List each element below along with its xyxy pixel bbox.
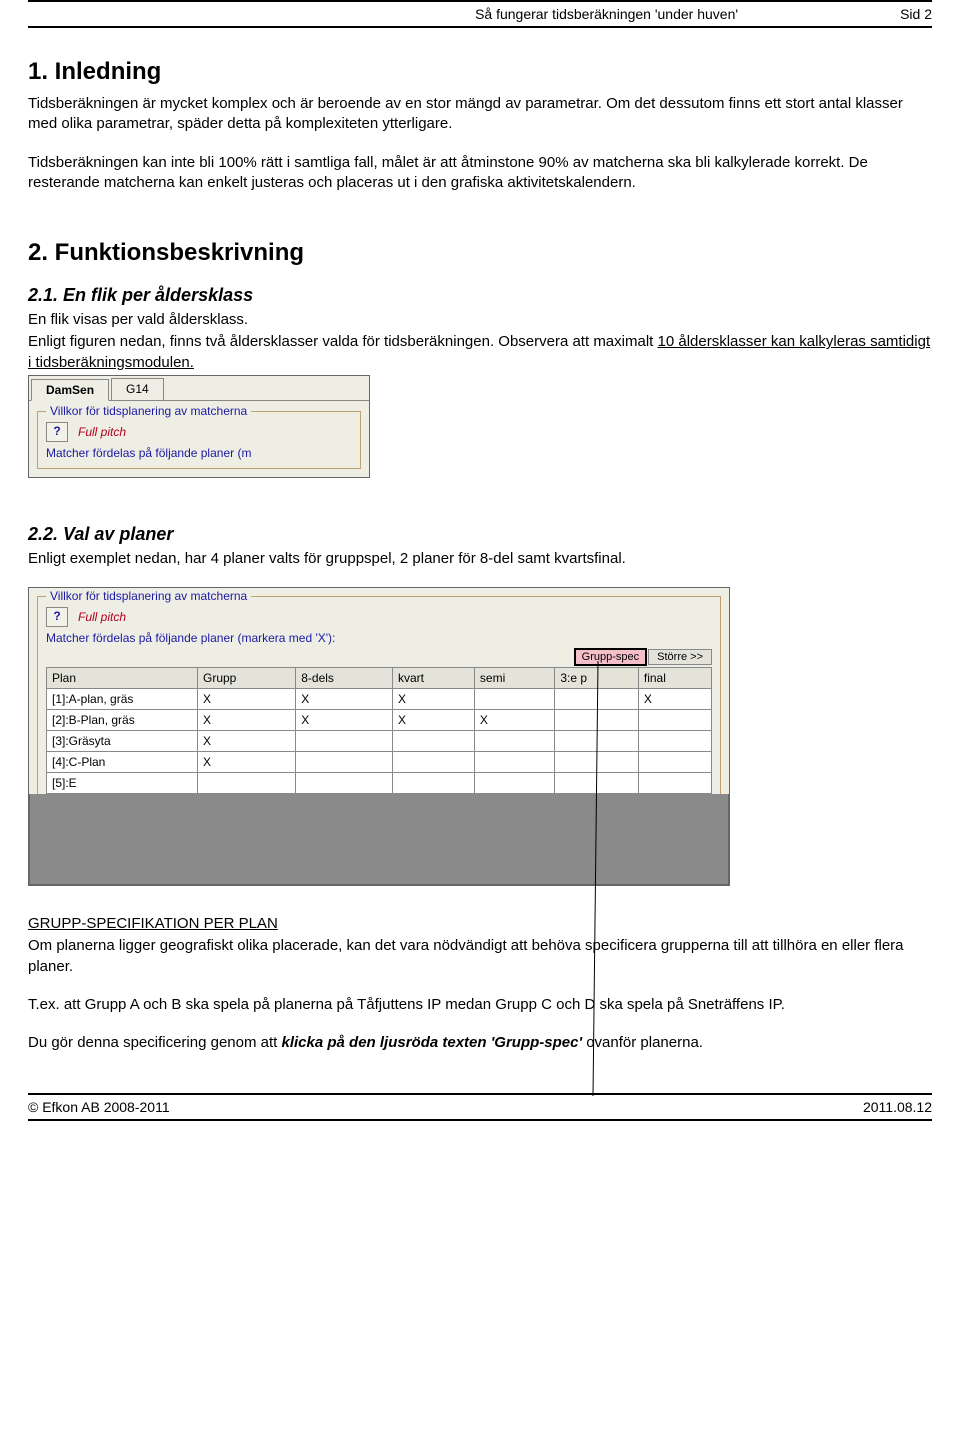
cell-plan[interactable]: [2]:B-Plan, gräs	[47, 710, 198, 731]
cell-plan[interactable]: [1]:A-plan, gräs	[47, 689, 198, 710]
tab-g14[interactable]: G14	[111, 378, 164, 400]
cell-plan[interactable]: [4]:C-Plan	[47, 752, 198, 773]
col-final: final	[638, 668, 711, 689]
cell-mark[interactable]	[392, 731, 474, 752]
col-kvart: kvart	[392, 668, 474, 689]
cell-mark[interactable]: X	[392, 689, 474, 710]
footer-right: 2011.08.12	[863, 1099, 932, 1115]
table-row: [4]:C-PlanX	[47, 752, 712, 773]
page-header: Så fungerar tidsberäkningen 'under huven…	[28, 0, 932, 28]
help-button[interactable]: ?	[46, 422, 68, 442]
col-semi: semi	[474, 668, 554, 689]
larger-button[interactable]: Större >>	[648, 649, 712, 665]
cell-mark[interactable]	[555, 752, 638, 773]
cell-mark[interactable]: X	[392, 710, 474, 731]
grupp-spec-button[interactable]: Grupp-spec	[575, 649, 646, 665]
page-footer: © Efkon AB 2008-2011 2011.08.12	[28, 1093, 932, 1121]
heading-2-2: 2.2. Val av planer	[28, 524, 932, 545]
cell-mark[interactable]	[638, 710, 711, 731]
tab-damsen[interactable]: DamSen	[31, 379, 109, 401]
cell-mark[interactable]	[474, 752, 554, 773]
footer-left: © Efkon AB 2008-2011	[28, 1099, 170, 1115]
cell-mark[interactable]	[474, 773, 554, 794]
cell-mark[interactable]	[555, 710, 638, 731]
cell-mark[interactable]	[296, 773, 393, 794]
cell-mark[interactable]	[392, 752, 474, 773]
cell-mark[interactable]: X	[638, 689, 711, 710]
heading-funktionsbeskrivning: 2. Funktionsbeskrivning	[28, 239, 932, 267]
fields-table: Plan Grupp 8-dels kvart semi 3:e p final…	[46, 667, 712, 794]
cell-mark[interactable]	[555, 773, 638, 794]
col-grupp: Grupp	[198, 668, 296, 689]
cell-mark[interactable]: X	[296, 689, 393, 710]
cell-mark[interactable]	[392, 773, 474, 794]
heading-2-1: 2.1. En flik per åldersklass	[28, 285, 932, 306]
para-2-1-a: En flik visas per vald åldersklass.	[28, 310, 932, 330]
groupbox-villkor: Villkor för tidsplanering av matcherna ?…	[37, 411, 361, 469]
cell-mark[interactable]	[474, 731, 554, 752]
table-row: [2]:B-Plan, gräsXXXX	[47, 710, 712, 731]
col-8dels: 8-dels	[296, 668, 393, 689]
cell-mark[interactable]	[296, 731, 393, 752]
grid-empty-area	[29, 794, 729, 885]
groupspec-p1: Om planerna ligger geografiskt olika pla…	[28, 936, 932, 977]
cell-plan[interactable]: [3]:Gräsyta	[47, 731, 198, 752]
groupbox-legend-2: Villkor för tidsplanering av matcherna	[46, 589, 251, 603]
help-button-2[interactable]: ?	[46, 607, 68, 627]
cell-mark[interactable]: X	[198, 710, 296, 731]
groupspec-p3: Du gör denna specificering genom att kli…	[28, 1033, 932, 1053]
table-row: [1]:A-plan, gräsXXXX	[47, 689, 712, 710]
cell-mark[interactable]	[198, 773, 296, 794]
cell-mark[interactable]	[296, 752, 393, 773]
cell-mark[interactable]	[638, 773, 711, 794]
cell-mark[interactable]	[638, 731, 711, 752]
fullpitch-label-2: Full pitch	[78, 610, 126, 624]
heading-inledning: 1. Inledning	[28, 58, 932, 86]
cell-mark[interactable]: X	[296, 710, 393, 731]
groupspec-p2: T.ex. att Grupp A och B ska spela på pla…	[28, 995, 932, 1015]
cell-mark[interactable]: X	[198, 752, 296, 773]
cell-mark[interactable]: X	[474, 710, 554, 731]
screenshot-tabs-small: DamSen G14 Villkor för tidsplanering av …	[28, 375, 370, 478]
col-3ep: 3:e p	[555, 668, 638, 689]
header-title: Så fungerar tidsberäkningen 'under huven…	[372, 6, 842, 22]
para-2-1-b: Enligt figuren nedan, finns två ålderskl…	[28, 332, 932, 373]
cell-mark[interactable]	[638, 752, 711, 773]
tab-bar: DamSen G14	[29, 376, 369, 401]
header-page: Sid 2	[842, 6, 932, 22]
distribute-label-2: Matcher fördelas på följande planer (mar…	[46, 631, 712, 645]
cell-mark[interactable]	[555, 689, 638, 710]
cell-mark[interactable]	[555, 731, 638, 752]
table-header-row: Plan Grupp 8-dels kvart semi 3:e p final	[47, 668, 712, 689]
para-1-2: Tidsberäkningen kan inte bli 100% rätt i…	[28, 153, 932, 194]
groupbox-legend: Villkor för tidsplanering av matcherna	[46, 404, 251, 418]
cell-plan[interactable]: [5]:E	[47, 773, 198, 794]
screenshot-fields-table: Villkor för tidsplanering av matcherna ?…	[28, 587, 730, 886]
groupspec-title: GRUPP-SPECIFIKATION PER PLAN	[28, 914, 932, 934]
para-1-1: Tidsberäkningen är mycket komplex och är…	[28, 94, 932, 135]
para-2-2: Enligt exemplet nedan, har 4 planer valt…	[28, 549, 932, 569]
cell-mark[interactable]: X	[198, 731, 296, 752]
cell-mark[interactable]: X	[198, 689, 296, 710]
table-row: [5]:E	[47, 773, 712, 794]
distribute-label: Matcher fördelas på följande planer (m	[46, 446, 352, 460]
fullpitch-label: Full pitch	[78, 425, 126, 439]
cell-mark[interactable]	[474, 689, 554, 710]
table-row: [3]:GräsytaX	[47, 731, 712, 752]
col-plan: Plan	[47, 668, 198, 689]
